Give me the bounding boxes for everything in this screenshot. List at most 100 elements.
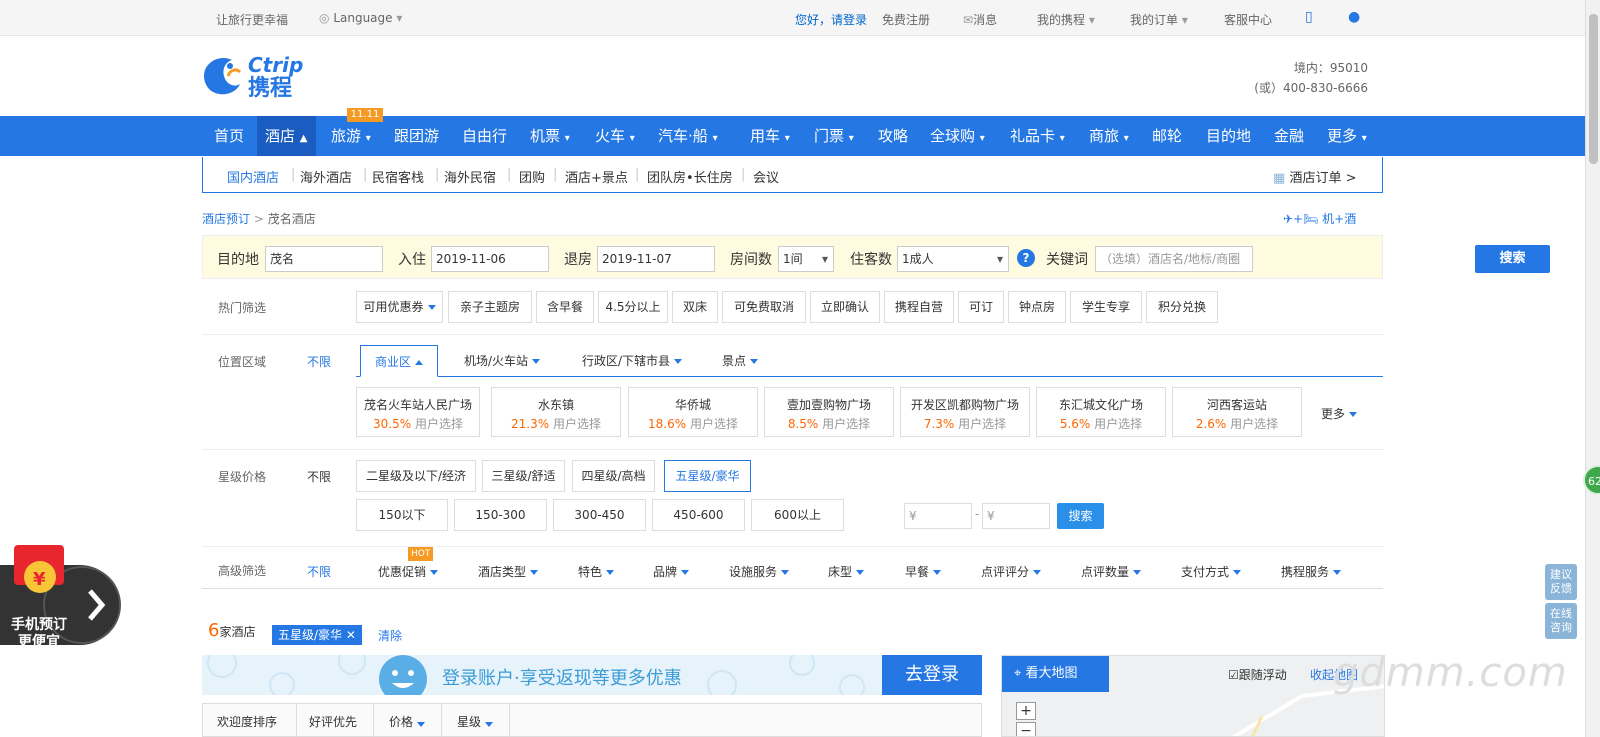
price-option[interactable]: 150以下 — [356, 499, 448, 531]
subnav-domestic[interactable]: 国内酒店 — [227, 167, 279, 186]
area-option[interactable]: 东汇城文化广场 5.6% 用户选择 — [1036, 387, 1166, 437]
subnav-meetings[interactable]: 会议 — [753, 167, 779, 186]
tab-business-district[interactable]: 商业区 — [360, 345, 439, 377]
nav-more[interactable]: 更多 ▾ — [1325, 116, 1369, 156]
nav-free-travel[interactable]: 自由行 — [460, 116, 509, 156]
filter-hotel-type[interactable]: 酒店类型 — [478, 563, 539, 580]
location-unlimited[interactable]: 不限 — [307, 353, 331, 370]
price-search-button[interactable]: 搜索 — [1057, 503, 1104, 529]
filter-bookable[interactable]: 可订 — [958, 291, 1004, 323]
star-option-five[interactable]: 五星级/豪华 — [664, 460, 751, 492]
subnav-group-rooms[interactable]: 团队房•长住房 — [647, 167, 733, 186]
nav-finance[interactable]: 金融 — [1272, 116, 1306, 156]
area-option[interactable]: 水东镇 21.3% 用户选择 — [491, 387, 621, 437]
filter-family-room[interactable]: 亲子主题房 — [448, 291, 532, 323]
price-option[interactable]: 300-450 — [553, 499, 646, 531]
hotel-orders-link[interactable]: ▦ 酒店订单 > — [1273, 167, 1356, 186]
search-button[interactable]: 搜索 — [1475, 245, 1550, 273]
subnav-overseas[interactable]: 海外酒店 — [300, 167, 352, 186]
nav-guides[interactable]: 攻略 — [876, 116, 910, 156]
messages-link[interactable]: ✉消息 — [963, 11, 997, 28]
subnav-hotel-attraction[interactable]: 酒店+景点 — [565, 167, 628, 186]
keyword-input[interactable]: （选填）酒店名/地标/商圈 — [1095, 246, 1253, 272]
nav-car[interactable]: 用车 ▾ — [748, 116, 792, 156]
nav-tickets[interactable]: 门票 ▾ — [812, 116, 856, 156]
guests-select[interactable]: 1成人 ▾ — [897, 246, 1009, 272]
area-option[interactable]: 茂名火车站人民广场 30.5% 用户选择 — [356, 387, 480, 437]
filter-twin-bed[interactable]: 双床 — [672, 291, 718, 323]
filter-student[interactable]: 学生专享 — [1070, 291, 1142, 323]
wechat-icon[interactable]: ● — [1348, 9, 1360, 25]
nav-global-shop[interactable]: 全球购 ▾ — [928, 116, 987, 156]
destination-input[interactable]: 茂名 — [265, 246, 383, 272]
filter-review-score[interactable]: 点评评分 — [981, 563, 1042, 580]
filter-free-cancel[interactable]: 可免费取消 — [722, 291, 806, 323]
my-ctrip-menu[interactable]: 我的携程 ▾ — [1037, 11, 1095, 28]
big-map-button[interactable]: ⌖ 看大地图 — [1002, 656, 1109, 692]
area-option[interactable]: 壹加壹购物广场 8.5% 用户选择 — [764, 387, 894, 437]
filter-brand[interactable]: 品牌 — [653, 563, 690, 580]
advanced-unlimited[interactable]: 不限 — [307, 563, 331, 580]
area-option[interactable]: 开发区凯都购物广场 7.3% 用户选择 — [900, 387, 1030, 437]
nav-cruise[interactable]: 邮轮 — [1150, 116, 1184, 156]
selected-filter-tag[interactable]: 五星级/豪华 ✕ — [272, 625, 362, 645]
filter-review-count[interactable]: 点评数量 — [1081, 563, 1142, 580]
price-max-input[interactable]: ¥ — [982, 503, 1050, 529]
star-unlimited[interactable]: 不限 — [307, 468, 331, 485]
nav-flights[interactable]: 机票 ▾ — [528, 116, 572, 156]
filter-rating[interactable]: 4.5分以上 — [598, 291, 668, 323]
subnav-inns[interactable]: 民宿客栈 — [372, 167, 424, 186]
star-option[interactable]: 三星级/舒适 — [482, 460, 565, 492]
area-option[interactable]: 华侨城 18.6% 用户选择 — [628, 387, 758, 437]
service-center-link[interactable]: 客服中心 — [1224, 11, 1272, 28]
filter-promotion[interactable]: 优惠促销 — [378, 563, 439, 580]
filter-payment[interactable]: 支付方式 — [1181, 563, 1242, 580]
zoom-in-button[interactable]: + — [1016, 702, 1036, 720]
subnav-overseas-homestay[interactable]: 海外民宿 — [444, 167, 496, 186]
nav-trains[interactable]: 火车 ▾ — [593, 116, 637, 156]
zoom-out-button[interactable]: − — [1016, 722, 1036, 736]
filter-breakfast[interactable]: 含早餐 — [536, 291, 594, 323]
filter-ctrip-self[interactable]: 携程自营 — [884, 291, 954, 323]
nav-business[interactable]: 商旅 ▾ — [1087, 116, 1131, 156]
rooms-select[interactable]: 1间 ▾ — [778, 246, 834, 272]
filter-coupon[interactable]: 可用优惠券 — [356, 291, 443, 323]
go-login-button[interactable]: 去登录 — [882, 655, 982, 695]
filter-features[interactable]: 特色 — [578, 563, 615, 580]
star-option[interactable]: 二星级及以下/经济 — [356, 460, 476, 492]
price-option[interactable]: 600以上 — [751, 499, 844, 531]
filter-instant-confirm[interactable]: 立即确认 — [810, 291, 880, 323]
sort-popularity[interactable]: 欢迎度排序 — [217, 713, 277, 730]
checkout-input[interactable]: 2019-11-07 — [597, 246, 715, 272]
filter-bed-type[interactable]: 床型 — [828, 563, 865, 580]
price-min-input[interactable]: ¥ — [904, 503, 972, 529]
subnav-group-buy[interactable]: 团购 — [519, 167, 545, 186]
price-option[interactable]: 150-300 — [454, 499, 547, 531]
scrollbar-thumb[interactable] — [1589, 14, 1598, 164]
map-panel[interactable]: ⌖ 看大地图 ☑跟随浮动 收起地图 + − — [1001, 655, 1385, 737]
nav-hotel[interactable]: 酒店 ▲ — [257, 116, 316, 156]
my-orders-menu[interactable]: 我的订单 ▾ — [1130, 11, 1188, 28]
sort-price[interactable]: 价格 — [389, 713, 426, 730]
more-areas-button[interactable]: 更多 — [1321, 405, 1358, 422]
ctrip-logo[interactable]: Ctrip 携程 — [200, 50, 325, 101]
checkin-input[interactable]: 2019-11-06 — [431, 246, 549, 272]
area-option[interactable]: 河西客运站 2.6% 用户选择 — [1172, 387, 1302, 437]
close-icon[interactable]: ✕ — [346, 628, 356, 642]
breadcrumb-root[interactable]: 酒店预订 — [202, 212, 250, 226]
nav-home[interactable]: 首页 — [212, 116, 246, 156]
price-option[interactable]: 450-600 — [652, 499, 745, 531]
scrollbar[interactable] — [1585, 0, 1600, 737]
tab-airport-station[interactable]: 机场/火车站 — [464, 345, 541, 377]
login-link[interactable]: 您好，请登录 — [795, 11, 867, 28]
online-consult-button[interactable]: 在线咨询 — [1545, 603, 1577, 639]
sort-stars[interactable]: 星级 — [457, 713, 494, 730]
help-icon[interactable]: ? — [1017, 249, 1035, 267]
register-link[interactable]: 免费注册 — [882, 11, 930, 28]
nav-bus-ship[interactable]: 汽车·船 ▾ — [656, 116, 720, 156]
star-option[interactable]: 四星级/高档 — [572, 460, 655, 492]
filter-hourly[interactable]: 钟点房 — [1008, 291, 1066, 323]
nav-travel[interactable]: 旅游 ▾ — [329, 116, 373, 156]
nav-gift-card[interactable]: 礼品卡 ▾ — [1008, 116, 1067, 156]
tab-attractions[interactable]: 景点 — [722, 345, 759, 377]
